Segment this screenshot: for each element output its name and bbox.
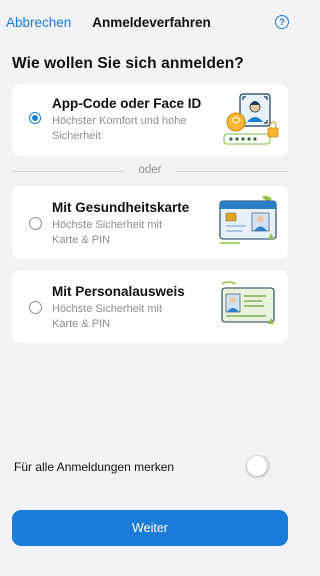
- toggle-knob: [247, 456, 267, 476]
- question-heading: Wie wollen Sie sich anmelden?: [12, 55, 244, 72]
- divider-label: oder: [138, 164, 162, 176]
- option-title: App-Code oder Face ID: [52, 96, 202, 111]
- health-card-icon: [219, 195, 277, 244]
- login-method-screen: Abbrechen Anmeldeverfahren ? Wie wollen …: [0, 0, 303, 576]
- radio-selected-icon[interactable]: [29, 112, 41, 124]
- divider-line: [176, 171, 288, 172]
- or-divider: oder: [12, 163, 288, 179]
- option-id-card[interactable]: Mit Personalausweis Höchste Sicherheit m…: [12, 270, 288, 343]
- option-app-code[interactable]: App-Code oder Face ID Höchster Komfort u…: [12, 84, 288, 156]
- option-description: Höchste Sicherheit mit Karte & PIN: [52, 219, 163, 246]
- option-title: Mit Gesundheitskarte: [52, 200, 190, 215]
- option-description: Höchster Komfort und hohe Sicherheit: [52, 115, 187, 142]
- option-description: Höchste Sicherheit mit Karte & PIN: [52, 303, 163, 330]
- help-icon[interactable]: ?: [275, 15, 289, 29]
- radio-unselected-icon[interactable]: [29, 217, 42, 230]
- id-card-icon: [221, 281, 275, 324]
- remember-label: Für alle Anmeldungen merken: [14, 460, 175, 474]
- continue-button[interactable]: Weiter: [12, 510, 288, 546]
- option-title: Mit Personalausweis: [52, 284, 185, 299]
- radio-unselected-icon[interactable]: [29, 301, 42, 314]
- face-id-icon: [223, 93, 279, 145]
- page-title: Anmeldeverfahren: [92, 15, 211, 30]
- nav-bar: Abbrechen Anmeldeverfahren ?: [0, 0, 303, 46]
- remember-toggle[interactable]: [246, 455, 271, 477]
- option-health-card[interactable]: Mit Gesundheitskarte Höchste Sicherheit …: [12, 186, 288, 259]
